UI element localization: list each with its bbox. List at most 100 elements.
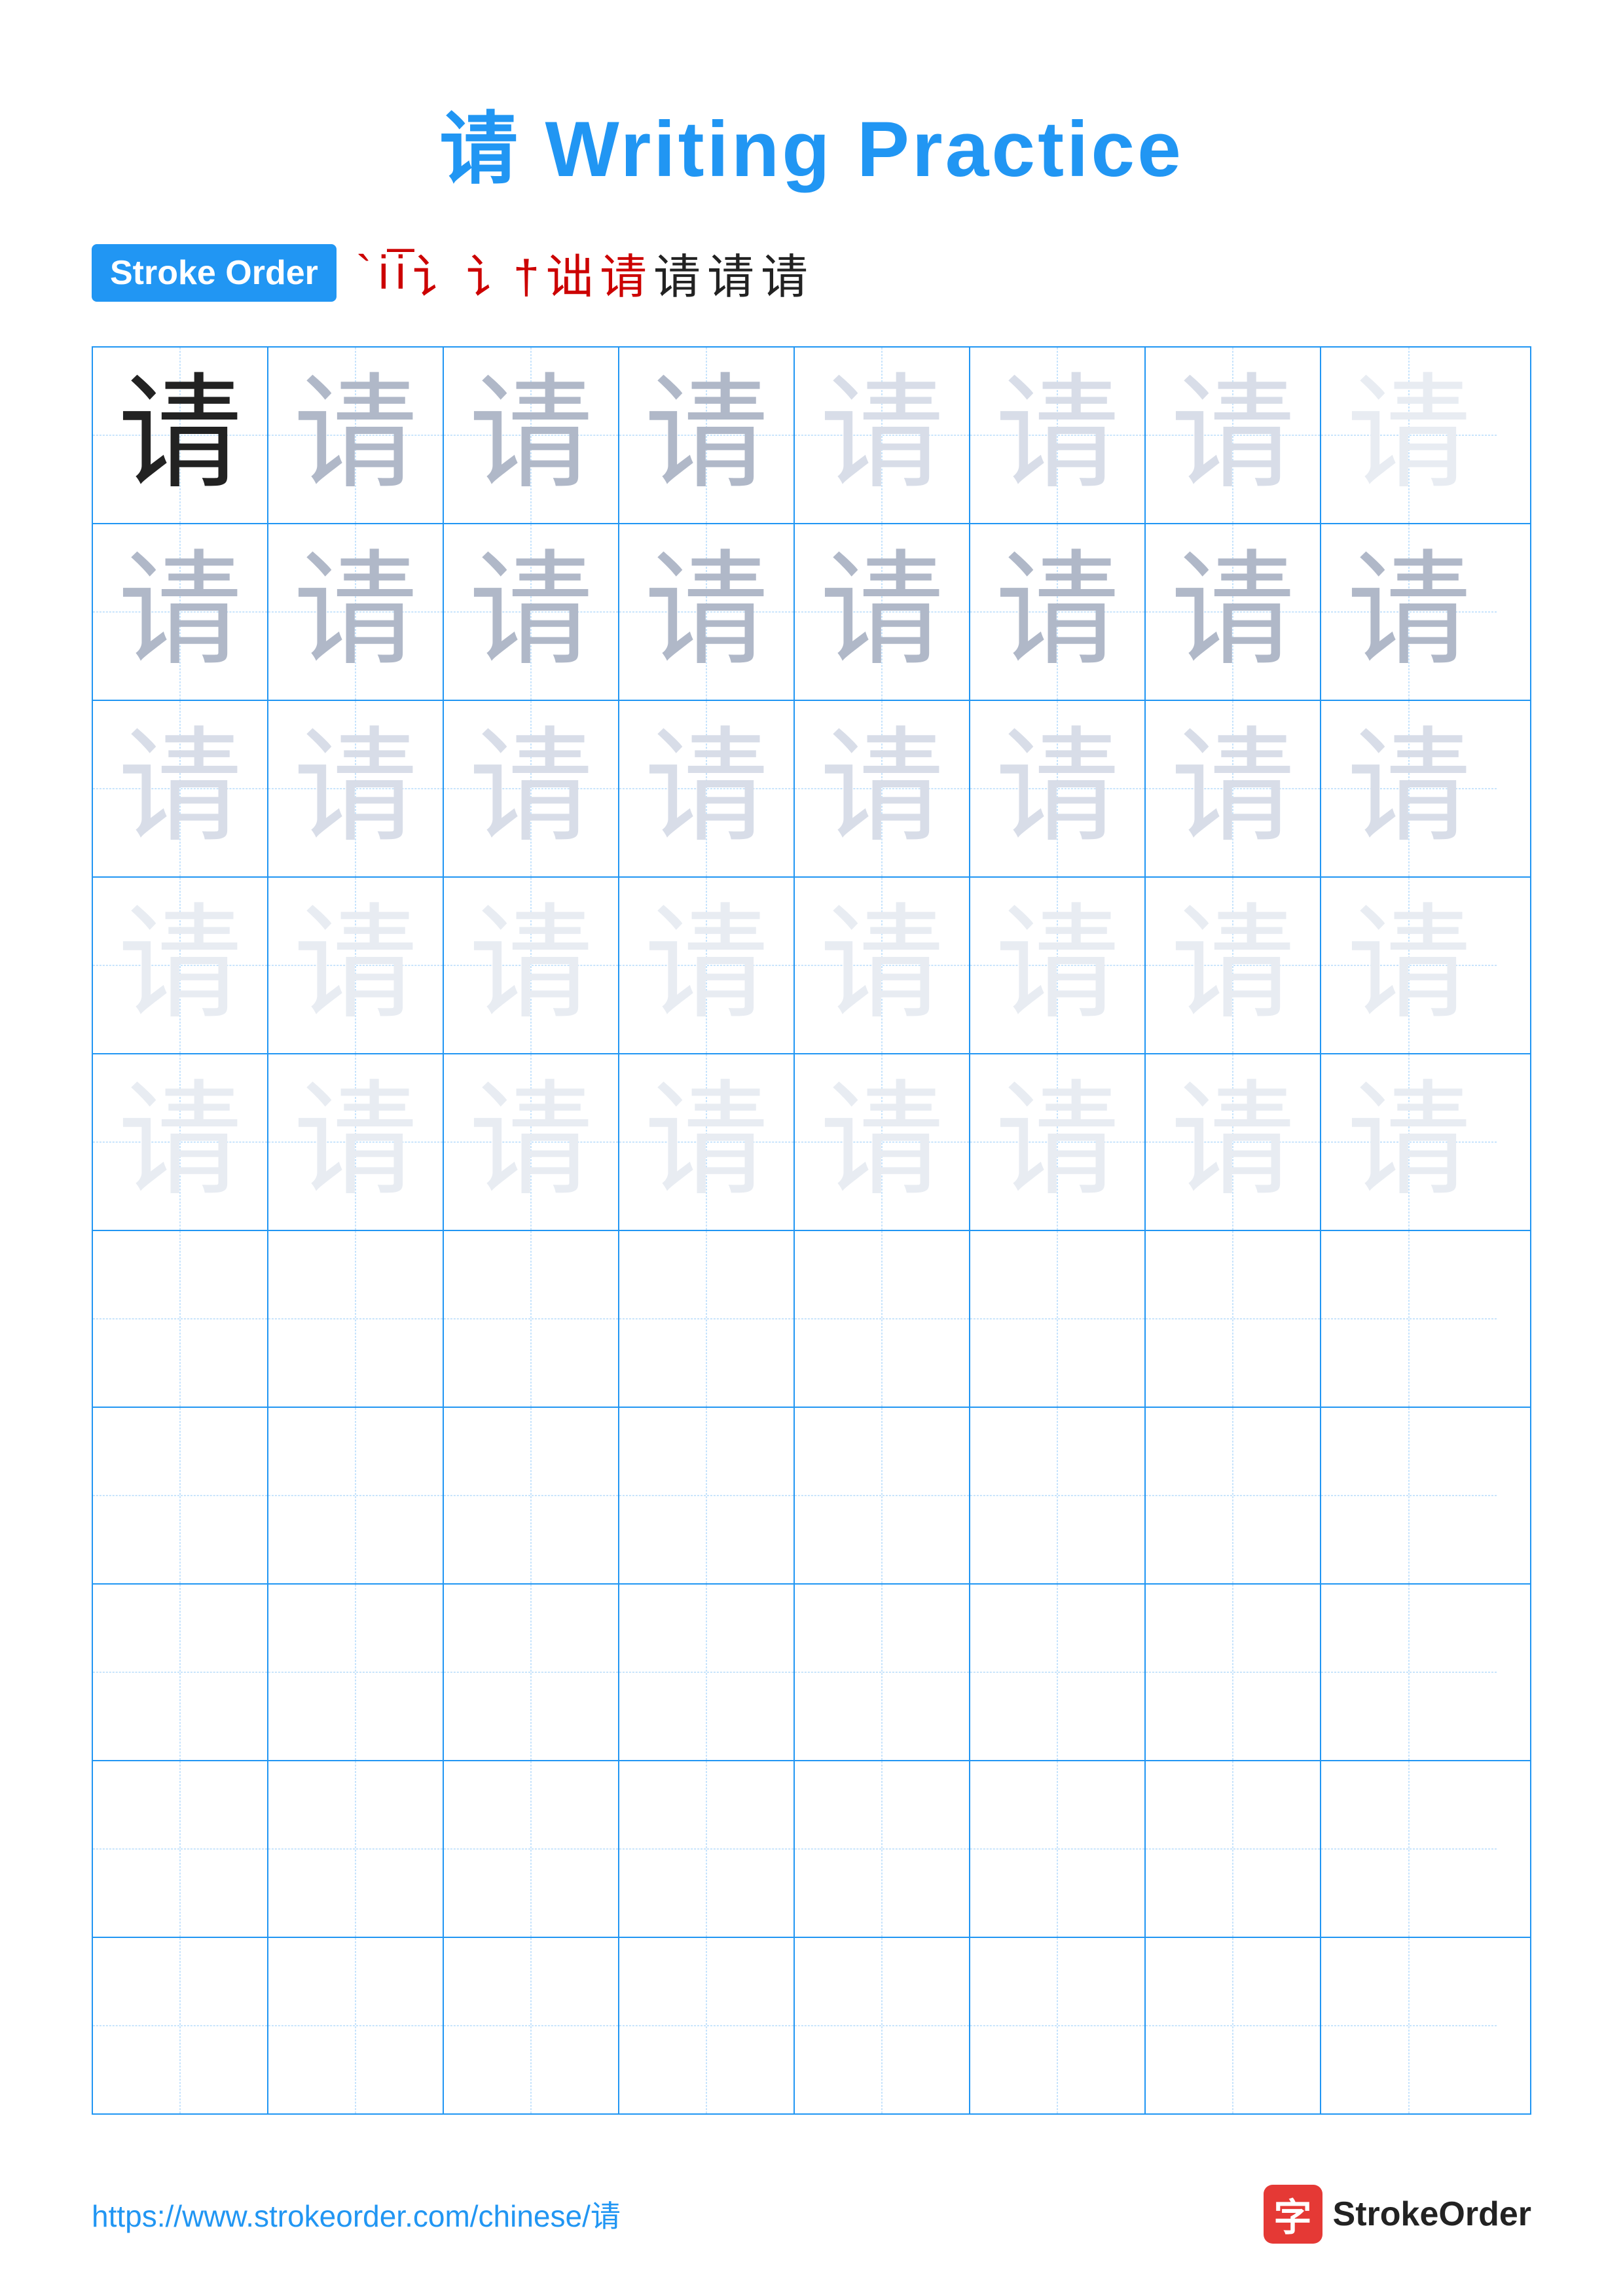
character-display: 请 [118, 550, 242, 674]
footer-logo-icon: 字 [1264, 2185, 1322, 2244]
grid-cell [1146, 1585, 1321, 1760]
grid-cell [619, 1938, 795, 2113]
grid-cell: 请 [93, 878, 268, 1053]
grid-cell: 请 [444, 348, 619, 523]
grid-cell [970, 1761, 1146, 1937]
character-display: 请 [995, 550, 1120, 674]
grid-cell: 请 [619, 1054, 795, 1230]
character-display: 请 [644, 726, 769, 851]
grid-cell: 请 [970, 524, 1146, 700]
grid-cell [795, 1761, 970, 1937]
footer: https://www.strokeorder.com/chinese/请 字 … [0, 2185, 1623, 2244]
grid-cell [619, 1231, 795, 1407]
grid-cell [268, 1938, 444, 2113]
character-display: 请 [995, 1080, 1120, 1204]
grid-cell [93, 1938, 268, 2113]
stroke-7: 请 [600, 238, 647, 307]
stroke-2: i [378, 246, 389, 300]
grid-cell [1321, 1585, 1497, 1760]
grid-cell [1146, 1938, 1321, 2113]
stroke-4: 讠 [412, 238, 460, 307]
character-display: 请 [820, 550, 944, 674]
writing-grid: 请请请请请请请请请请请请请请请请请请请请请请请请请请请请请请请请请请请请请请请请 [92, 346, 1531, 2115]
stroke-1: ` [356, 246, 372, 300]
character-display: 请 [820, 903, 944, 1028]
grid-cell: 请 [970, 1054, 1146, 1230]
stroke-order-row: Stroke Order ` i i̅ 讠 讠† 诎 请 请 请 请 [0, 199, 1623, 333]
grid-row [93, 1408, 1530, 1585]
grid-cell: 请 [795, 524, 970, 700]
stroke-10: 请 [761, 238, 808, 307]
grid-cell: 请 [970, 701, 1146, 876]
grid-row: 请请请请请请请请 [93, 524, 1530, 701]
grid-cell [444, 1408, 619, 1583]
grid-cell: 请 [444, 701, 619, 876]
grid-cell [970, 1585, 1146, 1760]
character-display: 请 [1347, 903, 1471, 1028]
grid-cell: 请 [619, 348, 795, 523]
grid-cell: 请 [1321, 701, 1497, 876]
grid-cell: 请 [1146, 701, 1321, 876]
grid-cell [268, 1761, 444, 1937]
character-display: 请 [118, 1080, 242, 1204]
grid-cell: 请 [268, 878, 444, 1053]
grid-cell: 请 [93, 524, 268, 700]
grid-cell [1146, 1761, 1321, 1937]
grid-cell [268, 1585, 444, 1760]
grid-cell [1321, 1408, 1497, 1583]
grid-cell [444, 1761, 619, 1937]
stroke-sequence: ` i i̅ 讠 讠† 诎 请 请 请 请 [356, 238, 808, 307]
grid-row: 请请请请请请请请 [93, 878, 1530, 1054]
stroke-9: 请 [707, 238, 754, 307]
grid-cell [970, 1231, 1146, 1407]
grid-cell [1146, 1231, 1321, 1407]
grid-cell [93, 1761, 268, 1937]
grid-row [93, 1231, 1530, 1408]
character-display: 请 [118, 903, 242, 1028]
character-display: 请 [1347, 550, 1471, 674]
character-display: 请 [820, 1080, 944, 1204]
character-display: 请 [293, 1080, 418, 1204]
character-display: 请 [644, 1080, 769, 1204]
grid-cell: 请 [619, 878, 795, 1053]
grid-row: 请请请请请请请请 [93, 348, 1530, 524]
grid-cell: 请 [1321, 1054, 1497, 1230]
grid-cell: 请 [268, 1054, 444, 1230]
page-title: 请 Writing Practice [0, 0, 1623, 199]
grid-row: 请请请请请请请请 [93, 1054, 1530, 1231]
stroke-6: 诎 [546, 238, 593, 307]
character-display: 请 [995, 903, 1120, 1028]
grid-cell: 请 [1146, 348, 1321, 523]
character-display: 请 [1171, 1080, 1295, 1204]
character-display: 请 [1347, 373, 1471, 497]
grid-cell: 请 [93, 701, 268, 876]
grid-cell: 请 [268, 701, 444, 876]
grid-cell [444, 1585, 619, 1760]
footer-url[interactable]: https://www.strokeorder.com/chinese/请 [92, 2193, 621, 2236]
stroke-3: i̅ [395, 246, 406, 300]
grid-cell: 请 [619, 701, 795, 876]
grid-cell: 请 [1146, 878, 1321, 1053]
grid-cell [1321, 1761, 1497, 1937]
character-display: 请 [1171, 550, 1295, 674]
grid-cell: 请 [1146, 1054, 1321, 1230]
grid-cell: 请 [1321, 878, 1497, 1053]
grid-cell [93, 1231, 268, 1407]
grid-cell [93, 1408, 268, 1583]
grid-cell [795, 1408, 970, 1583]
grid-cell [795, 1231, 970, 1407]
grid-cell [619, 1585, 795, 1760]
character-display: 请 [1347, 726, 1471, 851]
character-display: 请 [995, 373, 1120, 497]
grid-cell [795, 1938, 970, 2113]
footer-logo: 字 StrokeOrder [1264, 2185, 1531, 2244]
grid-cell: 请 [970, 878, 1146, 1053]
character-display: 请 [293, 726, 418, 851]
grid-cell: 请 [970, 348, 1146, 523]
stroke-5: 讠† [466, 238, 539, 307]
grid-cell [268, 1231, 444, 1407]
grid-cell: 请 [1321, 524, 1497, 700]
character-display: 请 [469, 373, 593, 497]
grid-row [93, 1761, 1530, 1938]
grid-cell: 请 [795, 878, 970, 1053]
